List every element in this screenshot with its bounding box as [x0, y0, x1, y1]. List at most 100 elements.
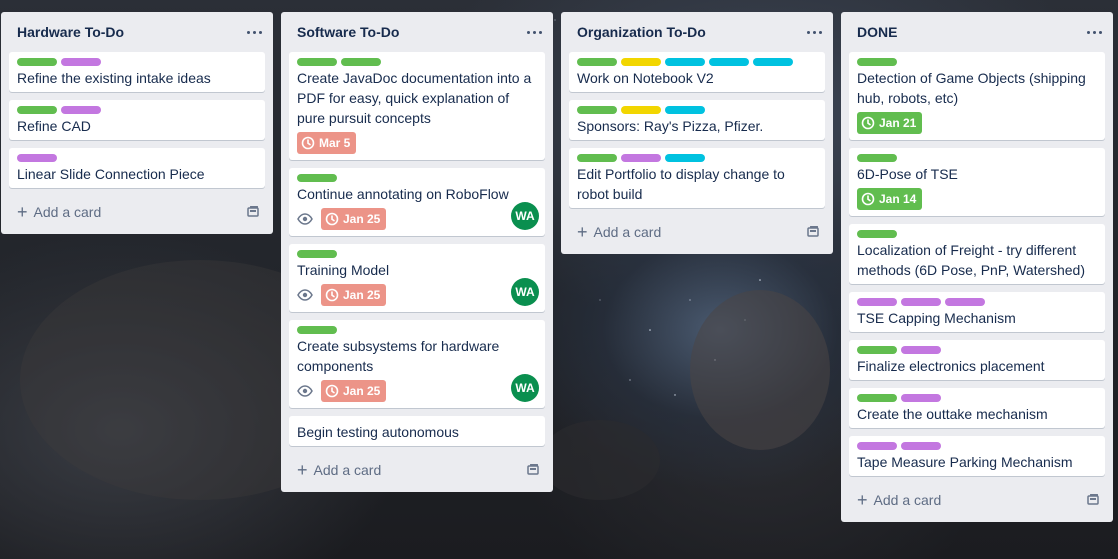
due-date-text: Jan 25 — [343, 288, 381, 302]
label-green[interactable] — [297, 174, 337, 182]
due-date-badge[interactable]: Jan 25 — [321, 284, 387, 306]
list-title[interactable]: Organization To-Do — [577, 24, 706, 40]
label-purple[interactable] — [901, 298, 941, 306]
list-title[interactable]: DONE — [857, 24, 897, 40]
card-badges: Jan 25 — [297, 380, 537, 402]
clock-icon — [861, 192, 875, 206]
card-template-icon[interactable] — [245, 204, 261, 220]
label-green[interactable] — [577, 58, 617, 66]
add-card-button[interactable]: + Add a card — [569, 214, 825, 250]
label-green[interactable] — [297, 326, 337, 334]
card[interactable]: Work on Notebook V2 — [569, 52, 825, 92]
label-sky[interactable] — [753, 58, 793, 66]
label-purple[interactable] — [945, 298, 985, 306]
add-card-label: Add a card — [873, 492, 942, 508]
label-sky[interactable] — [665, 106, 705, 114]
card-badges: Jan 25 — [297, 284, 537, 306]
list-header: Organization To-Do — [569, 12, 825, 52]
label-sky[interactable] — [665, 58, 705, 66]
label-purple[interactable] — [17, 154, 57, 162]
label-sky[interactable] — [709, 58, 749, 66]
list-title[interactable]: Software To-Do — [297, 24, 399, 40]
card-template-icon[interactable] — [1085, 492, 1101, 508]
card[interactable]: Edit Portfolio to display change to robo… — [569, 148, 825, 208]
due-date-badge[interactable]: Mar 5 — [297, 132, 357, 154]
card[interactable]: Begin testing autonomous — [289, 416, 545, 446]
label-green[interactable] — [17, 106, 57, 114]
card[interactable]: Localization of Freight - try different … — [849, 224, 1105, 284]
label-purple[interactable] — [901, 346, 941, 354]
add-card-label: Add a card — [313, 462, 382, 478]
card-title: Finalize electronics placement — [857, 358, 1045, 374]
card[interactable]: Create subsystems for hardware component… — [289, 320, 545, 408]
card-title: Work on Notebook V2 — [577, 70, 714, 86]
label-purple[interactable] — [857, 442, 897, 450]
list-organization-todo: Organization To-Do Work on Notebook V2 S… — [561, 12, 833, 254]
card[interactable]: TSE Capping Mechanism — [849, 292, 1105, 332]
label-yellow[interactable] — [621, 106, 661, 114]
label-green[interactable] — [577, 154, 617, 162]
card-template-icon[interactable] — [805, 224, 821, 240]
due-date-complete-badge[interactable]: Jan 21 — [857, 112, 923, 134]
card-title: Create JavaDoc documentation into a PDF … — [297, 70, 532, 126]
due-date-text: Jan 21 — [879, 116, 917, 130]
label-green[interactable] — [17, 58, 57, 66]
label-green[interactable] — [297, 58, 337, 66]
card-title: Create subsystems for hardware component… — [297, 338, 500, 374]
card[interactable]: Sponsors: Ray's Pizza, Pfizer. — [569, 100, 825, 140]
list-title[interactable]: Hardware To-Do — [17, 24, 124, 40]
card-template-icon[interactable] — [525, 462, 541, 478]
member-avatar[interactable]: WA — [511, 374, 539, 402]
label-purple[interactable] — [61, 58, 101, 66]
card[interactable]: Detection of Game Objects (shipping hub,… — [849, 52, 1105, 140]
card-labels — [857, 298, 1097, 306]
clock-icon — [301, 136, 315, 150]
eye-icon — [297, 211, 313, 227]
add-card-button[interactable]: + Add a card — [9, 194, 265, 230]
list-menu-icon[interactable] — [241, 19, 267, 45]
label-purple[interactable] — [621, 154, 661, 162]
label-green[interactable] — [857, 58, 897, 66]
card[interactable]: Create the outtake mechanism — [849, 388, 1105, 428]
label-green[interactable] — [857, 230, 897, 238]
list-menu-icon[interactable] — [521, 19, 547, 45]
card[interactable]: Tape Measure Parking Mechanism — [849, 436, 1105, 476]
label-green[interactable] — [341, 58, 381, 66]
clock-icon — [325, 384, 339, 398]
card[interactable]: Finalize electronics placement — [849, 340, 1105, 380]
clock-icon — [861, 116, 875, 130]
member-avatar[interactable]: WA — [511, 202, 539, 230]
card[interactable]: Continue annotating on RoboFlow Jan 25 W… — [289, 168, 545, 236]
card-labels — [577, 154, 817, 162]
list-menu-icon[interactable] — [1081, 19, 1107, 45]
due-date-complete-badge[interactable]: Jan 14 — [857, 188, 923, 210]
label-purple[interactable] — [901, 394, 941, 402]
add-card-button[interactable]: + Add a card — [289, 452, 545, 488]
card-labels — [857, 58, 1097, 66]
card[interactable]: Create JavaDoc documentation into a PDF … — [289, 52, 545, 160]
card-labels — [857, 154, 1097, 162]
card[interactable]: Linear Slide Connection Piece — [9, 148, 265, 188]
label-purple[interactable] — [901, 442, 941, 450]
label-purple[interactable] — [61, 106, 101, 114]
label-green[interactable] — [577, 106, 617, 114]
due-date-badge[interactable]: Jan 25 — [321, 208, 387, 230]
label-sky[interactable] — [665, 154, 705, 162]
label-yellow[interactable] — [621, 58, 661, 66]
card[interactable]: Training Model Jan 25 WA — [289, 244, 545, 312]
due-date-badge[interactable]: Jan 25 — [321, 380, 387, 402]
list-header: Hardware To-Do — [9, 12, 265, 52]
member-avatar[interactable]: WA — [511, 278, 539, 306]
label-green[interactable] — [857, 154, 897, 162]
eye-icon — [297, 287, 313, 303]
card[interactable]: 6D-Pose of TSE Jan 14 — [849, 148, 1105, 216]
label-green[interactable] — [297, 250, 337, 258]
list-menu-icon[interactable] — [801, 19, 827, 45]
label-green[interactable] — [857, 394, 897, 402]
label-green[interactable] — [857, 346, 897, 354]
list-hardware-todo: Hardware To-Do Refine the existing intak… — [1, 12, 273, 234]
label-purple[interactable] — [857, 298, 897, 306]
add-card-button[interactable]: + Add a card — [849, 482, 1105, 518]
card[interactable]: Refine the existing intake ideas — [9, 52, 265, 92]
card[interactable]: Refine CAD — [9, 100, 265, 140]
